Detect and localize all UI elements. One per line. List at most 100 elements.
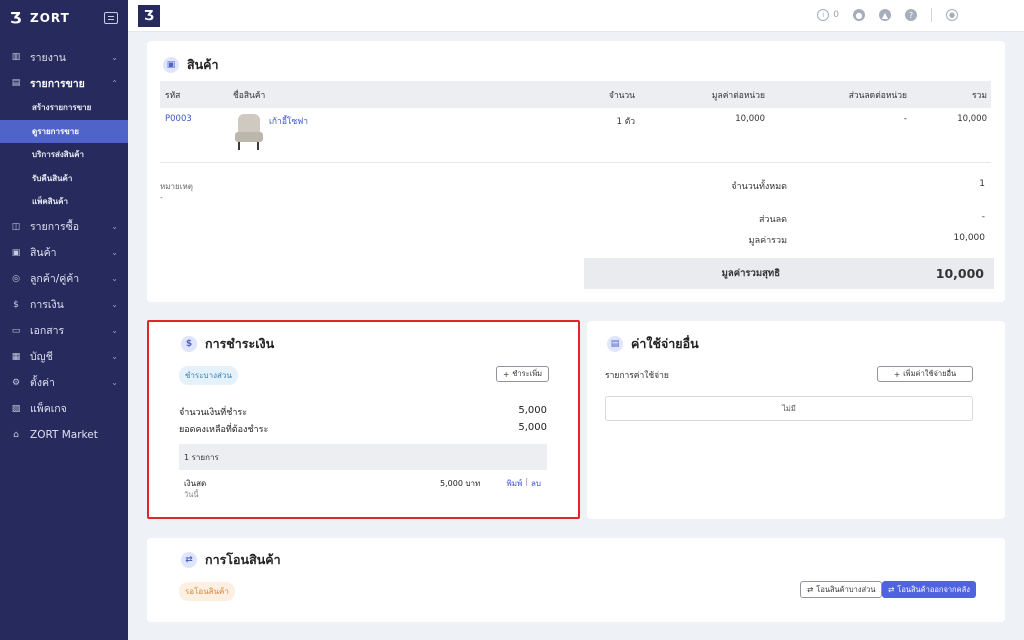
delete-link[interactable]: ลบ [531,477,541,490]
transfer-status-badge: รอโอนสินค้า [179,582,235,601]
topbar: Ʒ i 0 ● ▲ ? ● [128,0,1024,32]
bell-icon[interactable]: ▲ [879,9,891,21]
transfer-out-button[interactable]: ⇄ โอนสินค้าออกจากคลัง [882,581,976,598]
sidebar-item-products[interactable]: ▣ สินค้า ⌄ [0,240,128,266]
box-icon: ▣ [163,57,179,73]
card-title-text: ค่าใช้จ่ายอื่น [631,336,699,351]
product-unit-discount: - [903,114,907,124]
chevron-down-icon: ⌄ [111,352,118,361]
sidebar-nav: ▥ รายงาน ⌄ ▤ รายการขาย ⌃ สร้างรายการขาย … [0,44,128,448]
paid-label: จำนวนเงินที่ชำระ [179,408,248,418]
sidebar-item-purchases[interactable]: ◫ รายการซื้อ ⌄ [0,214,128,240]
brand-name[interactable]: ZORT [30,11,98,25]
user-icon[interactable]: ● [853,9,865,21]
transfer-arrows-icon: ⇄ [181,552,197,568]
summary-net-value: 10,000 [935,266,984,281]
chevron-down-icon: ⌄ [111,52,118,62]
sidebar-sub-packing[interactable]: แพ็คสินค้า [0,190,128,214]
add-expense-button[interactable]: + เพิ่มค่าใช้จ่ายอื่น [877,366,973,382]
sidebar-sub-create-sale[interactable]: สร้างรายการขาย [0,96,128,120]
divider [931,8,932,22]
summary-net-total: มูลค่ารวมสุทธิ 10,000 [584,258,994,289]
shopping-bag-icon: ⌂ [13,429,19,440]
table-row: P0003 เก้าอี้โซฟา 1 ตัว 10,000 - 10,000 [160,108,991,163]
sidebar-item-reports[interactable]: ▥ รายงาน ⌄ [0,44,128,70]
sidebar-item-label: สินค้า [30,247,57,259]
print-link[interactable]: พิมพ์ [506,477,522,490]
expense-empty-state: ไม่มี [605,396,973,421]
payment-date: วันนี้ [184,490,199,499]
transfer-arrows-icon: ⇄ [888,585,895,594]
chart-bar-icon: ▥ [11,52,21,62]
sidebar-sub-shipping[interactable]: บริการส่งสินค้า [0,143,128,167]
col-unit-price: มูลค่าต่อหน่วย [711,90,765,101]
product-name-link[interactable]: เก้าอี้โซฟา [269,114,308,150]
expense-card-title: ▤ ค่าใช้จ่ายอื่น [607,334,699,354]
account-icon[interactable]: ● [946,9,958,21]
card-title-text: สินค้า [187,57,219,72]
partial-transfer-label: โอนสินค้าบางส่วน [816,584,876,594]
add-expense-label: เพิ่มค่าใช้จ่ายอื่น [903,369,957,378]
sidebar-item-finance[interactable]: $ การเงิน ⌄ [0,292,128,318]
gear-icon: ⚙ [11,377,21,388]
help-icon[interactable]: ? [905,9,917,21]
remaining-value: 5,000 [518,422,547,433]
paid-value: 5,000 [518,405,547,416]
plus-icon: + [893,369,901,379]
clipboard-icon: ▤ [11,78,21,88]
summary-discount-value: - [981,212,985,222]
sidebar-item-contacts[interactable]: ◎ ลูกค้า/คู่ค้า ⌄ [0,266,128,292]
basket-icon: ◫ [11,221,21,232]
product-thumbnail [233,114,263,150]
summary-discount: ส่วนลด - [687,212,985,226]
chevron-down-icon: ⌄ [111,248,118,257]
divider: | [525,477,529,486]
sidebar-item-label: ตั้งค่า [30,377,55,389]
add-payment-button[interactable]: + ชำระเพิ่ม [496,366,550,382]
notification-counter[interactable]: i 0 [817,9,839,21]
topbar-actions: i 0 ● ▲ ? ● [817,8,958,22]
zort-logo-icon[interactable]: Ʒ [10,10,24,26]
payment-status-badge: ชำระบางส่วน [179,366,238,385]
product-code-link[interactable]: P0003 [160,114,233,124]
notification-count: 0 [833,10,839,20]
add-payment-label: ชำระเพิ่ม [512,369,543,378]
chevron-down-icon: ⌄ [111,222,118,231]
sidebar-sub-returns[interactable]: รับคืนสินค้า [0,167,128,191]
sidebar-item-package[interactable]: ▧ แพ็คเกจ [0,396,128,422]
col-name: ชื่อสินค้า [233,90,266,101]
sidebar-sub-view-sales[interactable]: ดูรายการขาย [0,119,128,143]
col-qty: จำนวน [608,90,635,101]
zort-logo-icon[interactable]: Ʒ [138,5,160,27]
plus-icon: + [503,369,510,379]
sidebar-item-label: เอกสาร [30,325,65,337]
transfer-card: ⇄ การโอนสินค้า รอโอนสินค้า ⇄ โอนสินค้าบา… [147,538,1005,622]
summary-qty-label: จำนวนทั้งหมด [731,182,787,192]
transfer-arrows-icon: ⇄ [807,585,814,594]
summary-discount-label: ส่วนลด [758,215,787,225]
users-icon: ◎ [12,273,20,284]
sidebar-item-documents[interactable]: ▭ เอกสาร ⌄ [0,318,128,344]
payment-actions: พิมพ์ | ลบ [506,477,541,490]
document-icon: ▭ [11,325,21,336]
remaining-label: ยอดคงเหลือที่ต้องชำระ [179,425,269,435]
sidebar-item-zort-market[interactable]: ⌂ ZORT Market [0,422,128,448]
menu-toggle-icon[interactable] [104,12,118,24]
sidebar-item-label: ZORT Market [30,428,98,441]
product-unit-price: 10,000 [735,114,765,124]
sidebar-item-sales[interactable]: ▤ รายการขาย ⌃ [0,70,128,96]
summary-qty-value: 1 [979,179,985,189]
payment-amount: 5,000 บาท [440,479,481,488]
remaining-amount-row: ยอดคงเหลือที่ต้องชำระ 5,000 [179,422,547,436]
partial-transfer-button[interactable]: ⇄ โอนสินค้าบางส่วน [800,581,883,598]
summary-subtotal-label: มูลค่ารวม [748,236,787,246]
sidebar-item-settings[interactable]: ⚙ ตั้งค่า ⌄ [0,370,128,396]
col-total: รวม [972,90,987,101]
info-circle-icon: i [817,9,830,21]
expense-list-label: รายการค่าใช้จ่าย [605,371,669,381]
dollar-circle-icon: $ [181,336,197,352]
chevron-down-icon: ⌄ [111,378,118,387]
ledger-icon: ▦ [11,351,21,362]
sidebar-item-accounting[interactable]: ▦ บัญชี ⌄ [0,344,128,370]
summary-net-label: มูลค่ารวมสุทธิ [721,268,780,279]
